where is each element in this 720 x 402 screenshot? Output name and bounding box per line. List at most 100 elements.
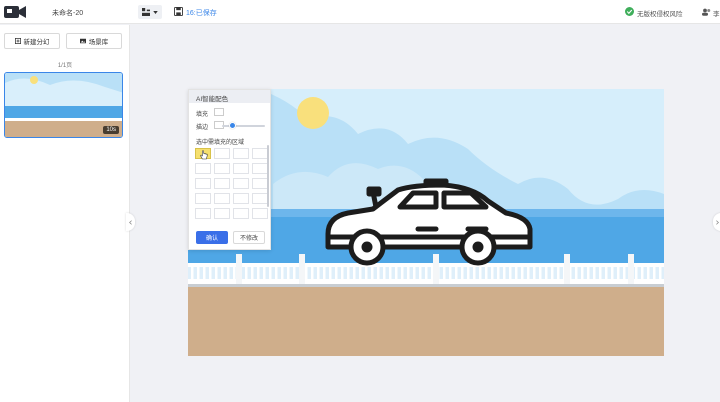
user-name: 李 — [713, 11, 720, 18]
new-page-button[interactable]: 新建分幻 — [4, 33, 60, 49]
color-cell[interactable] — [214, 178, 230, 189]
railing-baluster — [383, 267, 386, 279]
railing-baluster — [491, 267, 494, 279]
railing-baluster — [335, 267, 338, 279]
color-cell[interactable] — [233, 148, 249, 159]
grid-scrollbar[interactable] — [267, 145, 269, 207]
railing-baluster — [587, 267, 590, 279]
ai-color-panel: AI智能配色 填充 描边 选中需填充的区域 确认 不修改 — [188, 89, 271, 250]
scene-library-button[interactable]: 场景库 — [66, 33, 122, 49]
railing-baluster — [575, 267, 578, 279]
color-region-grid — [195, 148, 268, 228]
railing-baluster — [221, 267, 224, 279]
duration-badge: 10s — [103, 126, 119, 134]
ai-panel-title: AI智能配色 — [189, 90, 270, 103]
railing-baluster — [515, 267, 518, 279]
color-cell[interactable] — [233, 178, 249, 189]
railing-baluster — [311, 267, 314, 279]
railing-baluster — [425, 267, 428, 279]
railing-baluster — [353, 267, 356, 279]
pages-panel: 新建分幻 场景库 1/1页 10s — [0, 25, 130, 402]
railing-baluster — [473, 267, 476, 279]
save-icon[interactable] — [174, 7, 183, 16]
railing-baluster — [263, 267, 266, 279]
railing-baluster — [215, 267, 218, 279]
railing-baluster — [191, 267, 194, 279]
railing-baluster — [323, 267, 326, 279]
railing-baluster — [401, 267, 404, 279]
railing-baluster — [209, 267, 212, 279]
railing-baluster — [287, 267, 290, 279]
color-cell[interactable] — [195, 178, 211, 189]
chevron-right-icon — [716, 219, 719, 225]
railing-baluster — [197, 267, 200, 279]
fill-color-swatch[interactable] — [214, 108, 224, 116]
chevron-down-icon — [153, 11, 158, 14]
color-cell[interactable] — [233, 208, 249, 219]
color-cell[interactable] — [252, 163, 268, 174]
railing-baluster — [551, 267, 554, 279]
railing-baluster — [257, 267, 260, 279]
fill-label: 填充 — [196, 112, 209, 118]
color-cell[interactable] — [252, 178, 268, 189]
color-cell[interactable] — [214, 208, 230, 219]
color-cell[interactable] — [195, 208, 211, 219]
color-cell-selected[interactable] — [195, 148, 211, 160]
railing-baluster — [485, 267, 488, 279]
railing-baluster — [521, 267, 524, 279]
railing-baluster — [593, 267, 596, 279]
railing-baluster — [467, 267, 470, 279]
color-cell[interactable] — [233, 193, 249, 204]
color-cell[interactable] — [252, 208, 268, 219]
no-change-button[interactable]: 不修改 — [233, 231, 265, 244]
select-region-hint: 选中需填充的区域 — [196, 140, 245, 146]
top-bar: 未命名-20 16:已保存 无版权侵权风险 李 — [0, 0, 720, 24]
color-cell[interactable] — [214, 193, 230, 204]
document-title[interactable]: 未命名-20 — [52, 8, 83, 18]
railing-baluster — [527, 267, 530, 279]
copyright-status[interactable]: 无版权侵权风险 — [637, 8, 683, 18]
railing-baluster — [641, 267, 644, 279]
image-icon — [79, 38, 86, 44]
railing-baluster — [539, 267, 542, 279]
page-thumbnail[interactable]: 10s — [4, 72, 123, 138]
stroke-label: 描边 — [196, 125, 209, 131]
railing-baluster — [371, 267, 374, 279]
railing-baluster — [251, 267, 254, 279]
color-cell[interactable] — [252, 193, 268, 204]
color-cell[interactable] — [195, 193, 211, 204]
railing-baluster — [509, 267, 512, 279]
railing-baluster — [581, 267, 584, 279]
color-cell[interactable] — [252, 148, 268, 159]
railing-baluster — [419, 267, 422, 279]
tool-dropdown[interactable] — [138, 5, 162, 19]
color-cell[interactable] — [214, 148, 230, 159]
railing-baluster — [443, 267, 446, 279]
railing-baluster — [365, 267, 368, 279]
railing-baluster — [341, 267, 344, 279]
railing-baluster — [227, 267, 230, 279]
railing-baluster — [653, 267, 656, 279]
railing-baluster — [545, 267, 548, 279]
color-cell[interactable] — [214, 163, 230, 174]
color-cell[interactable] — [195, 163, 211, 174]
railing-baluster — [617, 267, 620, 279]
stroke-slider-handle[interactable] — [229, 122, 237, 129]
shield-check-icon — [625, 7, 634, 16]
railing-baluster — [407, 267, 410, 279]
railing-baluster — [293, 267, 296, 279]
railing-baluster — [377, 267, 380, 279]
collapse-left-button[interactable] — [126, 213, 135, 231]
railing-baluster — [503, 267, 506, 279]
camera-logo-icon[interactable] — [4, 5, 26, 19]
railing-baluster — [329, 267, 332, 279]
confirm-button[interactable]: 确认 — [196, 231, 228, 244]
railing-baluster — [305, 267, 308, 279]
railing-baluster — [359, 267, 362, 279]
railing-baluster — [647, 267, 650, 279]
railing-baluster — [317, 267, 320, 279]
collapse-right-button[interactable] — [713, 213, 720, 231]
railing-baluster — [233, 267, 236, 279]
add-icon — [14, 38, 21, 44]
color-cell[interactable] — [233, 163, 249, 174]
